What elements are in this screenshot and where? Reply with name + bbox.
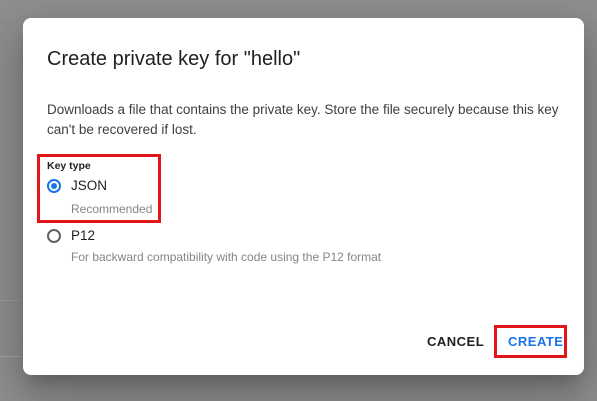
p12-radio[interactable] — [47, 229, 61, 243]
key-type-label: Key type — [47, 160, 91, 172]
backdrop-bottom — [0, 375, 597, 401]
json-option-hint: Recommended — [71, 202, 153, 216]
backdrop-divider — [0, 300, 22, 301]
backdrop-top — [0, 0, 597, 18]
dialog-title: Create private key for "hello" — [47, 48, 301, 70]
p12-option-hint: For backward compatibility with code usi… — [71, 250, 382, 264]
json-radio[interactable] — [47, 179, 61, 193]
json-option-label[interactable]: JSON — [71, 178, 107, 193]
cancel-button[interactable]: CANCEL — [427, 334, 484, 349]
dialog-description: Downloads a file that contains the priva… — [47, 102, 559, 137]
p12-option-label[interactable]: P12 — [71, 228, 95, 243]
create-private-key-dialog: Create private key for "hello" Downloads… — [23, 18, 584, 375]
create-button[interactable]: CREATE — [508, 334, 563, 349]
backdrop-divider — [0, 356, 22, 357]
